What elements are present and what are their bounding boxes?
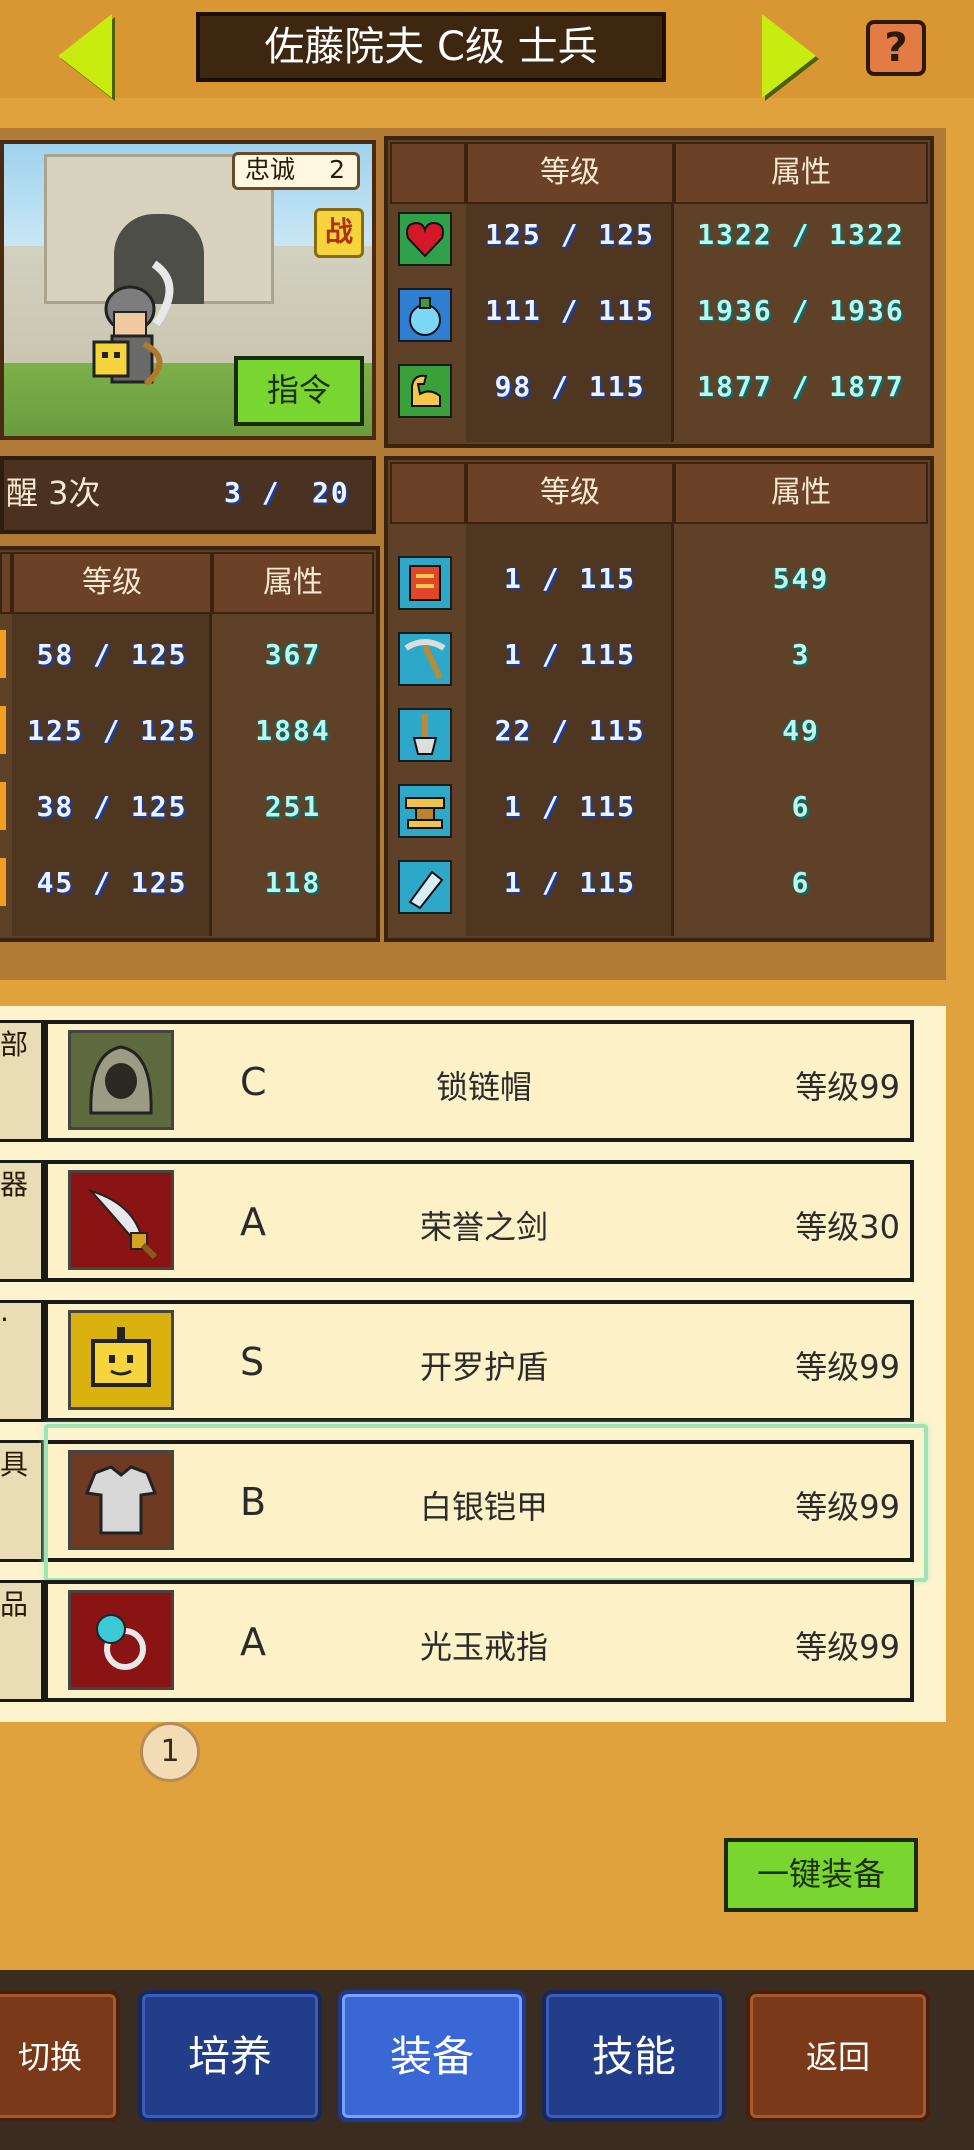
- combat-attr: 118: [264, 866, 322, 899]
- tab-switch[interactable]: 切换: [0, 1990, 120, 2122]
- slot-label: 具: [0, 1448, 29, 1481]
- back-button[interactable]: 返回: [746, 1990, 930, 2122]
- anvil-icon: [398, 784, 452, 838]
- base-stats-attr-header: 属性: [674, 142, 928, 204]
- work-level: 22 / 115: [494, 714, 646, 747]
- command-button[interactable]: 指令: [234, 356, 364, 426]
- slot-label: 器: [0, 1168, 29, 1201]
- str-attr: 1877 / 1877: [697, 370, 905, 403]
- heart-icon: [398, 212, 452, 266]
- loyalty-value: 2: [329, 155, 345, 184]
- help-button[interactable]: ?: [866, 20, 926, 76]
- page-indicator[interactable]: 1: [140, 1722, 200, 1782]
- work-attr: 3: [791, 638, 811, 671]
- unit-title: 佐藤院夫 C级 士兵: [196, 12, 666, 82]
- hp-attr: 1322 / 1322: [697, 218, 905, 251]
- awaken-progress: 3 /: [224, 476, 281, 509]
- work-level: 1 / 115: [503, 562, 636, 595]
- work-attr: 6: [791, 790, 811, 823]
- tab-train[interactable]: 培养: [138, 1990, 322, 2122]
- awaken-bar: 醒 3次 3 / 20: [0, 456, 376, 534]
- base-stats-icon-header: [390, 142, 466, 204]
- combat-stats-icon-header: [0, 552, 12, 614]
- tab-equip[interactable]: 装备: [338, 1990, 526, 2122]
- kairo-shield-icon: [68, 1310, 174, 1410]
- combat-level: 45 / 125: [36, 866, 188, 899]
- slot-tab[interactable]: 具: [0, 1440, 44, 1562]
- combat-icon-edge: [0, 858, 6, 906]
- equipment-level: 等级99: [795, 1628, 900, 1666]
- work-level: 1 / 115: [503, 790, 636, 823]
- bottle-icon: [398, 860, 452, 914]
- mp-level: 111 / 115: [485, 294, 655, 327]
- shovel-icon: [398, 708, 452, 762]
- previous-unit-arrow-icon[interactable]: [58, 14, 112, 98]
- combat-level: 125 / 125: [27, 714, 197, 747]
- str-level: 98 / 115: [494, 370, 646, 403]
- equipment-name: 锁链帽: [435, 1068, 532, 1106]
- hp-level: 125 / 125: [485, 218, 655, 251]
- slot-label: 部: [0, 1028, 29, 1061]
- tab-skill[interactable]: 技能: [542, 1990, 726, 2122]
- chain-hood-icon: [68, 1030, 174, 1130]
- book-icon: [398, 556, 452, 610]
- equipment-name: 光玉戒指: [419, 1628, 548, 1666]
- combat-attr: 251: [264, 790, 322, 823]
- combat-attr: 367: [264, 638, 322, 671]
- work-attr: 549: [772, 562, 830, 595]
- slot-tab[interactable]: 部: [0, 1020, 44, 1142]
- combat-level: 38 / 125: [36, 790, 188, 823]
- work-attr: 49: [782, 714, 820, 747]
- loyalty-label: 忠诚: [245, 155, 296, 184]
- slot-tab[interactable]: 品: [0, 1580, 44, 1702]
- equipment-name: 开罗护盾: [419, 1348, 548, 1386]
- awaken-label: 醒 3次: [6, 474, 101, 512]
- combat-icon-edge: [0, 782, 6, 830]
- work-attr: 6: [791, 866, 811, 899]
- base-stats-level-header: 等级: [466, 142, 674, 204]
- strength-arm-icon: [398, 364, 452, 418]
- combat-icon-edge: [0, 706, 6, 754]
- combat-icon-edge: [0, 630, 6, 678]
- equipment-level: 等级30: [795, 1208, 900, 1246]
- equipment-grade: A: [240, 1200, 266, 1244]
- slot-label: ·: [0, 1303, 9, 1336]
- one-click-equip-button[interactable]: 一键装备: [724, 1838, 918, 1912]
- equipment-level: 等级99: [795, 1348, 900, 1386]
- pickaxe-icon: [398, 632, 452, 686]
- equipment-grade: C: [240, 1060, 267, 1104]
- work-level: 1 / 115: [503, 866, 636, 899]
- work-level: 1 / 115: [503, 638, 636, 671]
- equipment-level: 等级99: [795, 1068, 900, 1106]
- slot-tab[interactable]: 器: [0, 1160, 44, 1282]
- work-stats-level-header: 等级: [466, 462, 674, 524]
- soldier-sprite-icon: [92, 260, 174, 387]
- work-stats-icon-header: [390, 462, 466, 524]
- slot-tab[interactable]: ·: [0, 1300, 44, 1422]
- loyalty-badge: 忠诚 2: [232, 152, 360, 190]
- equipment-name: 荣誉之剑: [419, 1208, 548, 1246]
- slot-label: 品: [0, 1588, 29, 1621]
- awaken-max: 20: [312, 476, 350, 509]
- equipment-grade: A: [240, 1620, 266, 1664]
- sword-icon: [68, 1170, 174, 1270]
- selection-highlight: [44, 1424, 928, 1582]
- mana-potion-icon: [398, 288, 452, 342]
- equipment-grade: S: [240, 1340, 265, 1384]
- mp-attr: 1936 / 1936: [697, 294, 905, 327]
- next-unit-arrow-icon[interactable]: [762, 14, 816, 98]
- combat-attr: 1884: [255, 714, 331, 747]
- battle-badge[interactable]: 战: [314, 208, 364, 258]
- work-stats-attr-header: 属性: [674, 462, 928, 524]
- combat-stats-level-header: 等级: [12, 552, 212, 614]
- ring-icon: [68, 1590, 174, 1690]
- combat-level: 58 / 125: [36, 638, 188, 671]
- combat-stats-attr-header: 属性: [212, 552, 374, 614]
